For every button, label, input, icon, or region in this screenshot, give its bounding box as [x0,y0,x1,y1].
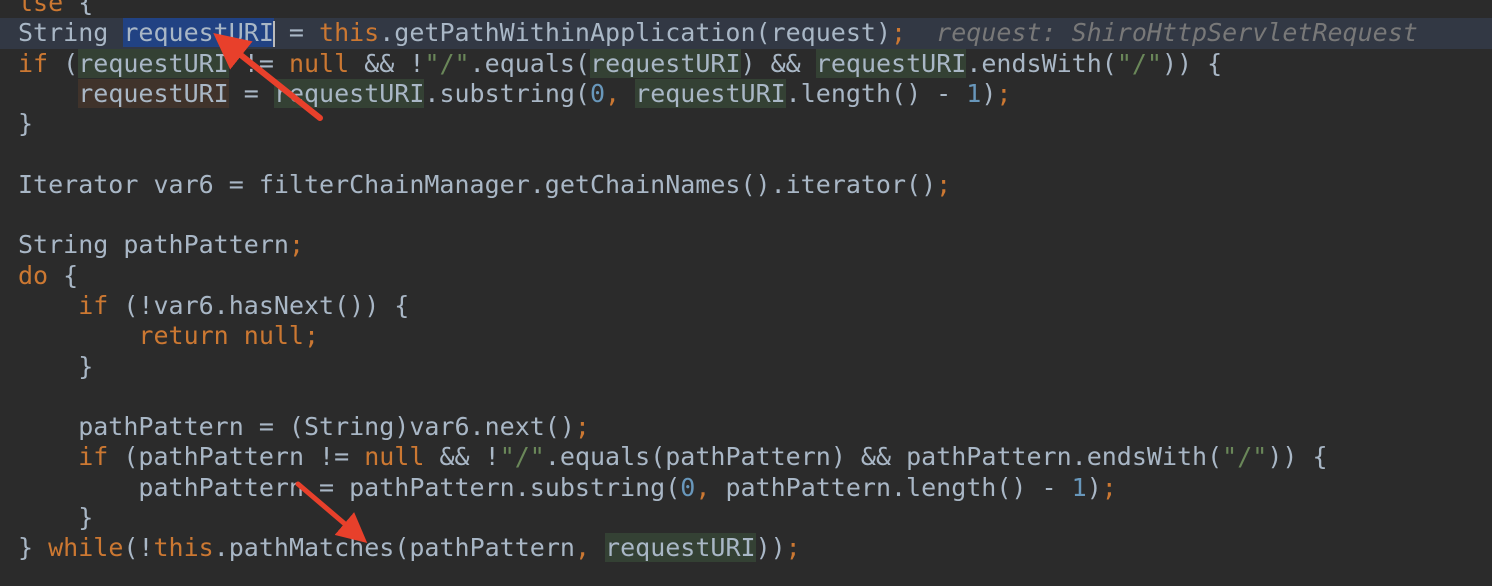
code-token[interactable]: } [18,503,93,532]
code-area[interactable]: lse {String requestURI = this.getPathWit… [0,0,1492,564]
code-token[interactable]: ) [981,79,996,108]
code-token[interactable]: 0 [590,79,605,108]
code-token[interactable] [18,321,138,350]
code-line[interactable]: if (pathPattern != null && !"/".equals(p… [18,442,1492,472]
code-line[interactable]: Iterator var6 = filterChainManager.getCh… [18,170,1492,200]
code-token[interactable]: ; [289,230,304,259]
code-line[interactable]: lse { [18,0,1492,18]
code-token[interactable]: null [364,442,424,471]
code-line[interactable]: } [18,109,1492,139]
code-token[interactable]: )) [756,533,786,562]
code-token[interactable]: 1 [966,79,981,108]
code-token[interactable]: ; [891,18,906,47]
code-token[interactable]: .substring( [424,79,590,108]
code-token[interactable]: 1 [1072,473,1087,502]
code-token[interactable]: lse [18,0,63,17]
code-token[interactable]: (!var6.hasNext()) { [108,291,409,320]
code-token[interactable]: pathPattern.length() - [725,473,1071,502]
code-token[interactable]: ( [48,49,78,78]
code-token[interactable]: if [78,442,108,471]
code-token[interactable]: do [18,261,48,290]
code-line[interactable]: do { [18,261,1492,291]
code-token[interactable]: .equals(pathPattern) && pathPattern.ends… [545,442,1222,471]
code-token[interactable]: (! [123,533,153,562]
code-token[interactable]: .pathMatches(pathPattern [214,533,575,562]
code-line[interactable]: } while(!this.pathMatches(pathPattern, r… [18,533,1492,563]
code-line[interactable]: pathPattern = (String)var6.next(); [18,412,1492,442]
code-token[interactable]: ; [786,533,801,562]
code-token[interactable]: this [153,533,213,562]
code-line[interactable]: } [18,352,1492,382]
code-line[interactable]: if (!var6.hasNext()) { [18,291,1492,321]
code-token[interactable]: "/" [424,49,469,78]
code-token[interactable]: = [274,18,319,47]
code-token[interactable]: = [229,79,274,108]
code-token[interactable]: pathPattern = pathPattern.substring( [18,473,680,502]
code-token[interactable]: , [695,473,725,502]
code-token[interactable]: )) { [1267,442,1327,471]
code-token[interactable]: .length() - [786,79,967,108]
code-token[interactable]: requestURI [78,78,229,108]
code-token[interactable]: requestURI [605,533,756,563]
code-token[interactable]: .getPathWithinApplication(request) [379,18,891,47]
code-token[interactable]: } [18,533,48,562]
inlay-hint: request: ShiroHttpServletRequest [906,18,1418,48]
code-token[interactable]: "/" [500,442,545,471]
code-token[interactable] [18,291,78,320]
code-token[interactable]: requestURI [635,78,786,108]
code-token[interactable]: 0 [680,473,695,502]
code-token[interactable]: requestURI [273,78,425,108]
code-token[interactable]: requestURI [123,18,274,48]
code-token[interactable] [18,79,78,108]
code-line-current[interactable]: String requestURI = this.getPathWithinAp… [0,18,1492,49]
code-token[interactable]: (pathPattern != [108,442,364,471]
code-token[interactable]: { [48,261,78,290]
code-token[interactable]: , [575,533,605,562]
code-token[interactable]: String [18,18,123,47]
code-token[interactable]: ) [1087,473,1102,502]
code-token[interactable]: )) { [1162,49,1222,78]
code-line[interactable]: requestURI = requestURI.substring(0, req… [18,78,1492,109]
code-token[interactable]: && ! [349,49,424,78]
code-token[interactable]: ; [936,170,951,199]
code-line[interactable]: return null; [18,321,1492,351]
code-line[interactable]: } [18,503,1492,533]
code-token[interactable]: ; [996,79,1011,108]
code-line[interactable] [18,200,1492,230]
code-token[interactable]: , [605,79,635,108]
code-token[interactable]: requestURI [590,48,741,78]
code-token[interactable]: String pathPattern [18,230,289,259]
code-token[interactable]: } [18,109,33,138]
code-token[interactable]: this [319,18,379,47]
code-line[interactable] [18,382,1492,412]
code-token[interactable]: if [18,49,48,78]
code-token[interactable]: return null; [138,321,319,350]
code-line[interactable]: if (requestURI != null && !"/".equals(re… [18,48,1492,79]
code-token[interactable]: requestURI [815,48,967,78]
code-token[interactable]: } [18,352,93,381]
code-token[interactable]: != [229,49,289,78]
code-token[interactable]: Iterator var6 = filterChainManager.getCh… [18,170,936,199]
code-token[interactable]: requestURI [78,48,229,78]
code-token[interactable]: while [48,533,123,562]
code-token[interactable]: && ! [424,442,499,471]
code-token[interactable]: ; [575,412,590,441]
code-line[interactable]: String pathPattern; [18,230,1492,260]
code-token[interactable]: "/" [1222,442,1267,471]
code-editor[interactable]: lse {String requestURI = this.getPathWit… [0,0,1492,586]
code-token[interactable]: "/" [1117,49,1162,78]
code-token[interactable]: pathPattern = (String)var6.next() [18,412,575,441]
code-token[interactable]: .equals( [470,49,590,78]
code-line[interactable] [18,139,1492,169]
code-token[interactable]: ) && [741,49,816,78]
code-token[interactable]: null [289,49,349,78]
code-line[interactable]: pathPattern = pathPattern.substring(0, p… [18,473,1492,503]
code-token[interactable] [18,442,78,471]
code-token[interactable]: .endsWith( [966,49,1117,78]
code-token[interactable]: ; [1102,473,1117,502]
code-token[interactable]: { [63,0,93,17]
code-token[interactable]: if [78,291,108,320]
